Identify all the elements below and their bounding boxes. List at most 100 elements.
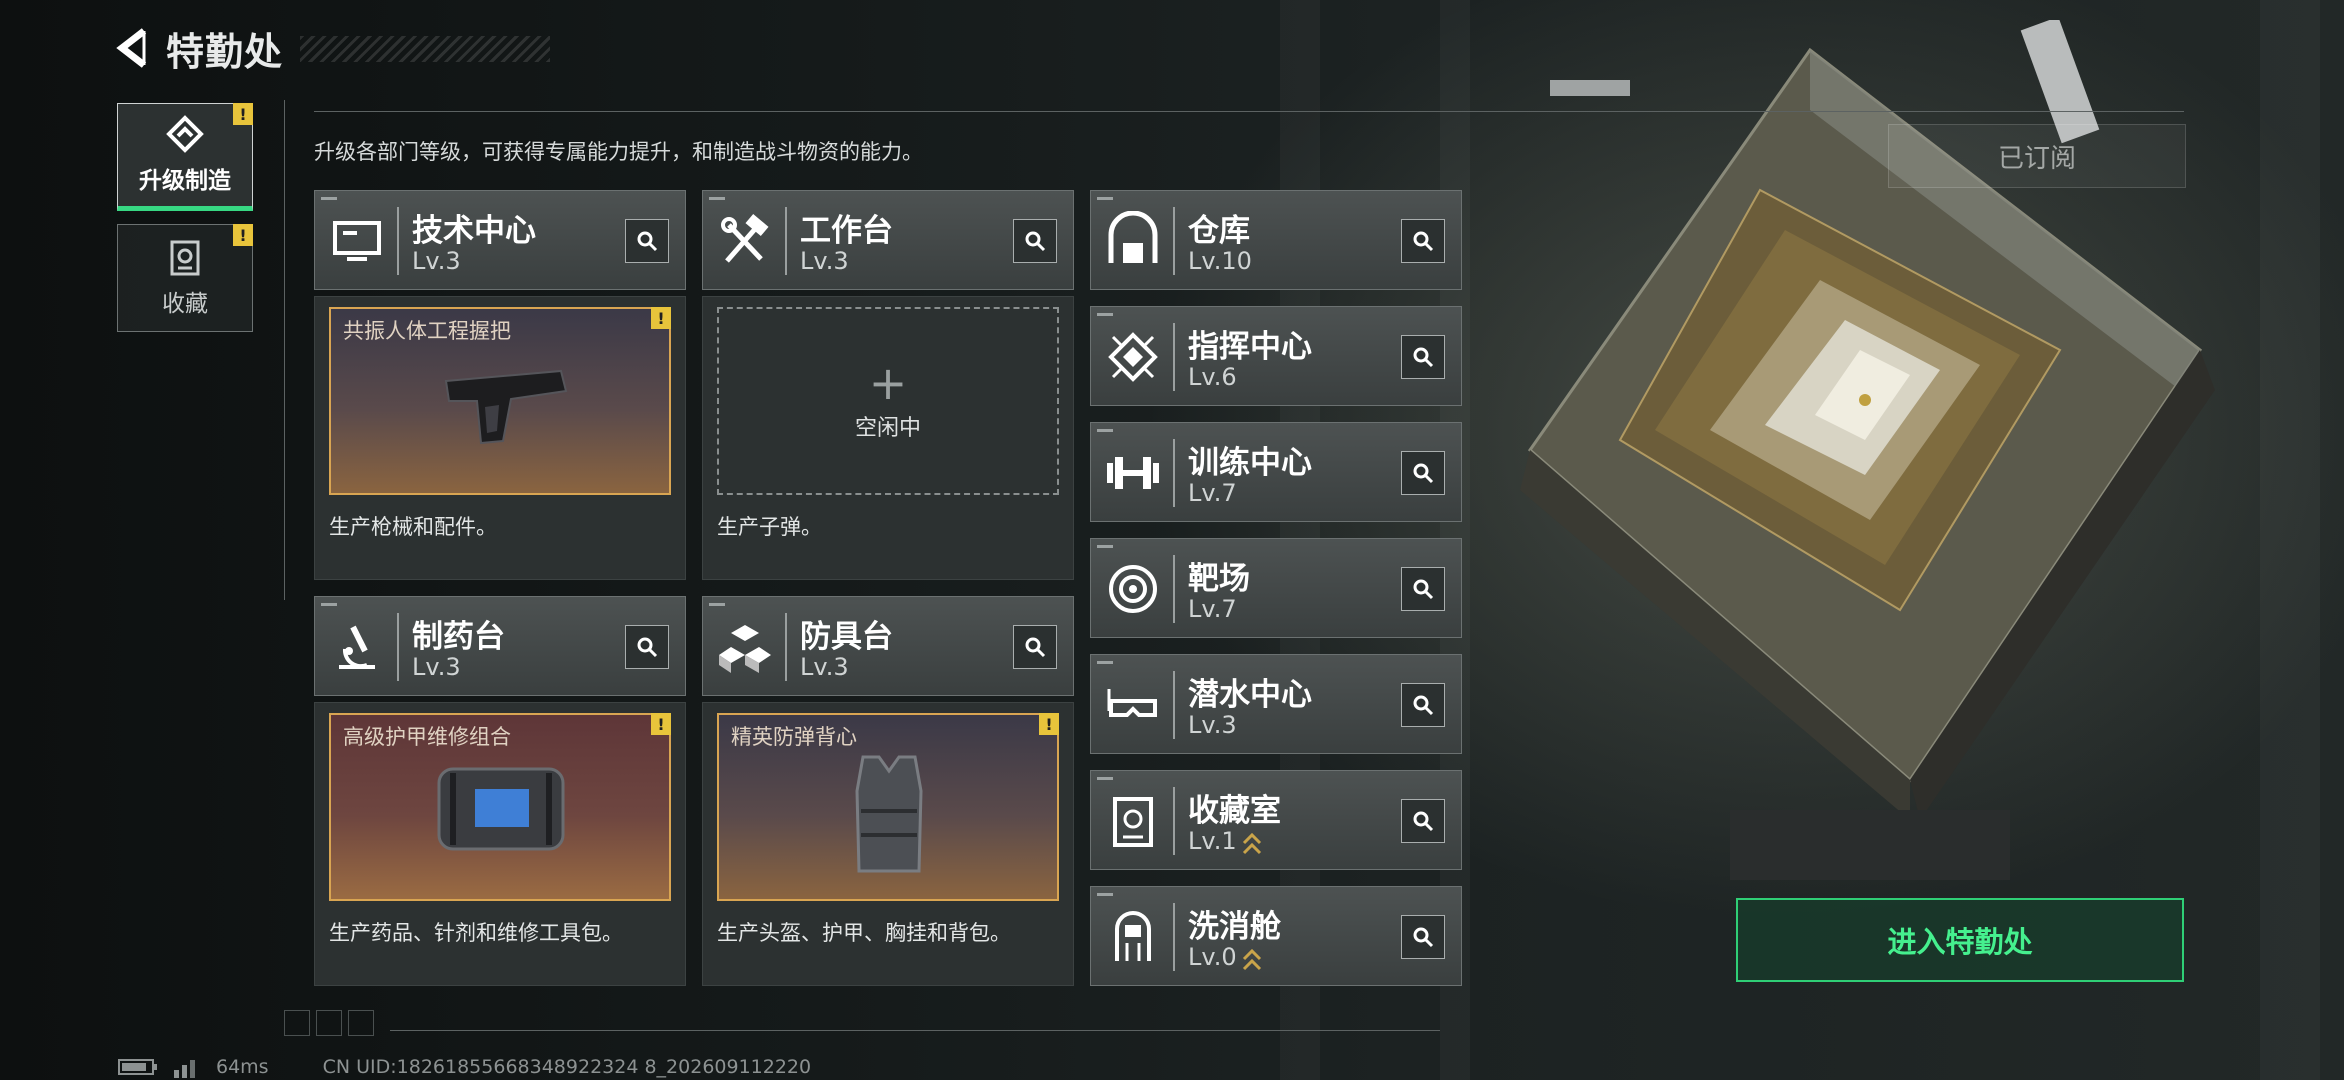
hammer-wrench-icon [721,213,769,263]
card-level: Lv.7 [1188,595,1237,623]
facility-card-decon-chamber[interactable]: 洗消舱 Lv.0 [1090,886,1462,986]
production-slot[interactable]: 共振人体工程握把 ! [329,307,671,495]
armor-repair-kit-image [437,767,565,851]
search-button[interactable] [1401,683,1445,727]
divider-line [390,1030,1440,1031]
page-title: 特勤处 [166,29,284,74]
facility-card-shooting-range[interactable]: 靶场 Lv.7 [1090,538,1462,638]
production-slot[interactable]: 高级护甲维修组合 ! [329,713,671,901]
workshop-card-armor-bench[interactable]: 防具台 Lv.3 [702,596,1074,696]
collection-icon [170,240,200,276]
item-name: 精英防弹背心 [731,725,857,749]
status-bar: 64ms CN UID:18261855668348922324 8_20260… [118,1055,811,1079]
production-description: 生产药品、针剂和维修工具包。 [329,921,623,945]
search-button[interactable] [1013,625,1057,669]
card-level: Lv.10 [1188,247,1252,275]
cubes-icon [719,625,771,673]
add-icon: + [868,356,908,410]
title-decoration [300,36,550,62]
ping-label: 64ms [216,1056,269,1078]
warehouse-icon [1108,211,1158,263]
enter-special-ops-button[interactable]: 进入特勤处 [1736,898,2184,982]
card-tick [1097,429,1113,432]
production-description: 生产头盔、护甲、胸挂和背包。 [717,921,1011,945]
card-tick [709,197,725,200]
upgrade-icon [166,115,204,153]
subscribed-button[interactable]: 已订阅 [1888,124,2186,188]
tab-upgrade-craft[interactable]: 升级制造 ! [117,103,253,211]
search-button[interactable] [625,625,669,669]
card-tick [1097,197,1113,200]
card-tick [1097,545,1113,548]
card-name: 工作台 [800,213,893,249]
card-tick [321,197,337,200]
production-panel: 高级护甲维修组合 ! 生产药品、针剂和维修工具包。 [314,702,686,986]
card-name: 技术中心 [412,213,536,249]
card-name: 洗消舱 [1188,909,1281,945]
card-level: Lv.0 [1188,943,1237,971]
card-name: 指挥中心 [1188,329,1312,365]
card-divider [1173,207,1175,275]
card-name: 潜水中心 [1188,677,1312,713]
card-tick [709,603,725,606]
divider-line [314,111,2184,112]
hazmat-icon [1115,911,1151,961]
search-icon [637,231,658,252]
workshop-card-tech-center[interactable]: 技术中心 Lv.3 [314,190,686,290]
search-icon [1413,231,1434,252]
tab-label: 收藏 [162,291,208,317]
item-name: 高级护甲维修组合 [343,725,511,749]
workshop-card-pharmacy[interactable]: 制药台 Lv.3 [314,596,686,696]
facility-card-training-center[interactable]: 训练中心 Lv.7 [1090,422,1462,522]
card-divider [1173,555,1175,623]
divider-line [284,100,285,600]
search-button[interactable] [1401,219,1445,263]
search-icon [1413,811,1434,832]
upgrade-arrows-icon [1242,948,1262,971]
search-button[interactable] [1401,335,1445,379]
search-button[interactable] [1401,915,1445,959]
alert-badge: ! [233,224,253,246]
tab-collection[interactable]: 收藏 ! [117,224,253,332]
dumbbell-icon [1107,457,1159,489]
trophy-icon [1113,797,1153,847]
card-tick [321,603,337,606]
workshop-card-workbench[interactable]: 工作台 Lv.3 [702,190,1074,290]
search-button[interactable] [625,219,669,263]
card-name: 训练中心 [1188,445,1312,481]
chip-icon [1108,332,1158,382]
facility-card-diving-center[interactable]: 潜水中心 Lv.3 [1090,654,1462,754]
search-button[interactable] [1401,451,1445,495]
production-panel: 精英防弹背心 ! 生产头盔、护甲、胸挂和背包。 [702,702,1074,986]
facility-card-command-center[interactable]: 指挥中心 Lv.6 [1090,306,1462,406]
search-button[interactable] [1401,799,1445,843]
card-divider [397,613,399,681]
card-divider [785,207,787,275]
card-tick [1097,893,1113,896]
card-tick [1097,313,1113,316]
card-level: Lv.6 [1188,363,1237,391]
card-divider [397,207,399,275]
tab-label: 升级制造 [139,168,231,194]
search-button[interactable] [1013,219,1057,263]
section-description: 升级各部门等级，可获得专属能力提升，和制造战斗物资的能力。 [314,140,923,164]
signal-icon [174,1060,195,1078]
search-icon [1413,927,1434,948]
armor-vest-image [855,755,923,873]
card-divider [1173,903,1175,971]
search-button[interactable] [1401,567,1445,611]
search-icon [1413,579,1434,600]
card-level: Lv.3 [412,247,461,275]
facility-card-warehouse[interactable]: 仓库 Lv.10 [1090,190,1462,290]
facility-card-collection-room[interactable]: 收藏室 Lv.1 [1090,770,1462,870]
production-slot[interactable]: 精英防弹背心 ! [717,713,1059,901]
search-icon [1413,347,1434,368]
card-name: 靶场 [1188,561,1250,597]
empty-production-slot[interactable]: + 空闲中 [717,307,1059,495]
back-button[interactable] [110,23,160,73]
uid-label: CN UID:18261855668348922324 8_2026091122… [322,1056,812,1078]
alert-badge: ! [233,103,253,125]
card-name: 防具台 [800,619,893,655]
deco-square [284,1010,310,1036]
card-divider [1173,323,1175,391]
